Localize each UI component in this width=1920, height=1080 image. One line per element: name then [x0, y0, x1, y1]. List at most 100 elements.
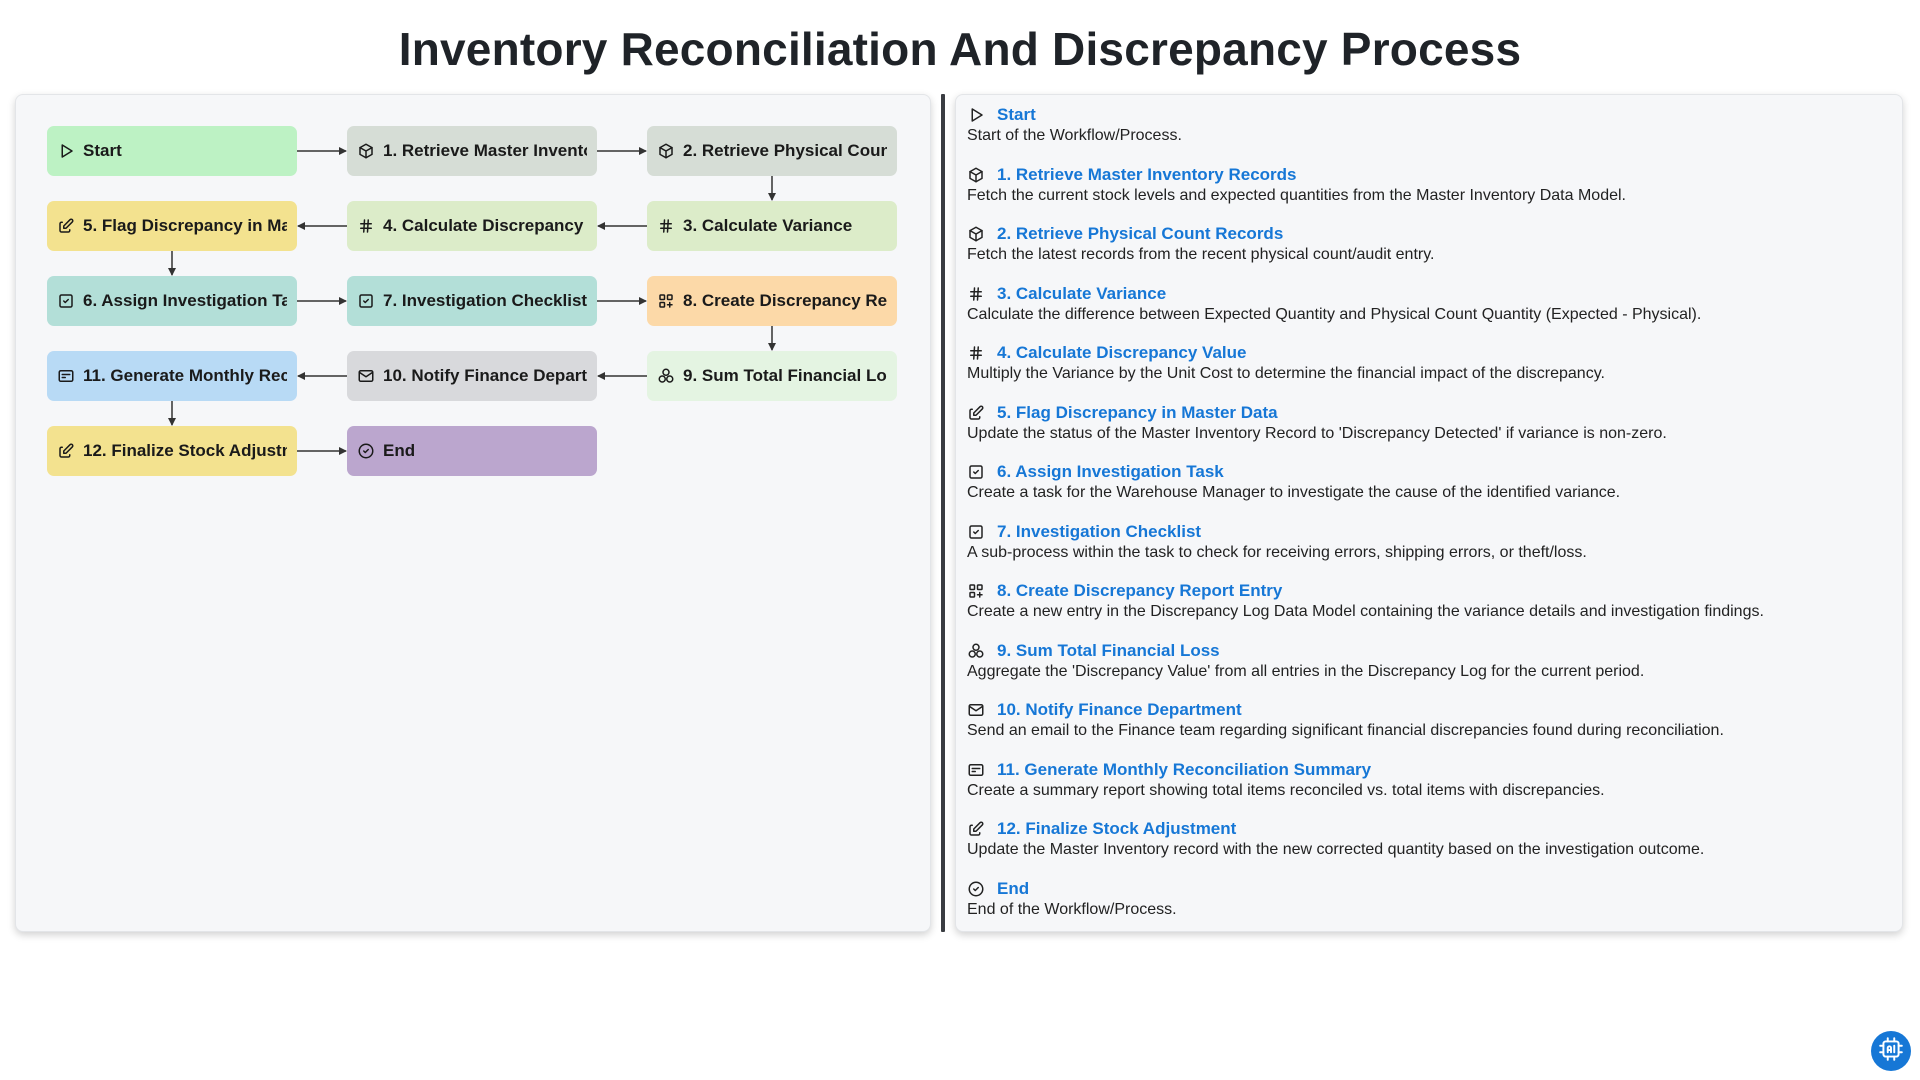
edit-icon: [967, 404, 985, 422]
flow-node-notify-finance-department[interactable]: 10. Notify Finance Department: [347, 351, 597, 401]
flow-node-label: 11. Generate Monthly Reconciliation Summ…: [83, 366, 287, 385]
step-description: Create a task for the Warehouse Manager …: [967, 484, 1621, 501]
apps-icon: [657, 292, 675, 310]
step-title-link[interactable]: 11. Generate Monthly Reconciliation Summ…: [997, 760, 1371, 780]
edit-icon: [967, 820, 985, 838]
coins-icon: [657, 367, 675, 385]
flow-node-finalize-stock-adjustment[interactable]: 12. Finalize Stock Adjustment: [47, 426, 297, 476]
step-title-link[interactable]: 6. Assign Investigation Task: [997, 462, 1224, 482]
step-detail: 8. Create Discrepancy Report Entry Create…: [967, 580, 1887, 640]
flow-node-label: 6. Assign Investigation Task: [83, 291, 287, 310]
mail-icon: [967, 701, 985, 719]
hash-icon: [967, 285, 985, 303]
step-detail: 3. Calculate Variance Calculate the diffe…: [967, 283, 1887, 343]
step-description: Send an email to the Finance team regard…: [967, 722, 1724, 739]
ai-assistant-button[interactable]: [1871, 1031, 1911, 1071]
box-icon: [657, 142, 675, 160]
step-detail: 11. Generate Monthly Reconciliation Summ…: [967, 759, 1887, 819]
flow-node-label: End: [383, 441, 416, 460]
step-description: Calculate the difference between Expecte…: [967, 305, 1702, 323]
step-title-link[interactable]: 2. Retrieve Physical Count Records: [997, 224, 1283, 244]
step-description: Start of the Workflow/Process.: [967, 127, 1182, 144]
flow-node-retrieve-master-inventory-records[interactable]: 1. Retrieve Master Inventory Records: [347, 126, 597, 176]
step-detail: 2. Retrieve Physical Count Records Fetch …: [967, 223, 1887, 283]
step-detail: 10. Notify Finance Department Send an ema…: [967, 699, 1887, 759]
flow-node-label: 12. Finalize Stock Adjustment: [83, 441, 287, 460]
step-title-link[interactable]: 1. Retrieve Master Inventory Records: [997, 165, 1297, 185]
page-title: Inventory Reconciliation And Discrepancy…: [398, 23, 1522, 75]
flow-node-investigation-checklist[interactable]: 7. Investigation Checklist: [347, 276, 597, 326]
step-detail: End End of the Workflow/Process.: [967, 878, 1887, 938]
ai-chip-icon: [1878, 1036, 1904, 1067]
flow-node-label: 5. Flag Discrepancy in Master Data: [83, 216, 287, 235]
hash-icon: [657, 217, 675, 235]
edit-icon: [57, 442, 75, 460]
flow-node-label: 3. Calculate Variance: [683, 216, 853, 235]
flow-node-label: 1. Retrieve Master Inventory Records: [383, 141, 587, 160]
step-title-link[interactable]: 12. Finalize Stock Adjustment: [997, 819, 1236, 839]
step-detail: 4. Calculate Discrepancy Value Multiply t…: [967, 342, 1887, 402]
flow-node-end[interactable]: End: [347, 426, 597, 476]
flow-node-create-discrepancy-report-entry[interactable]: 8. Create Discrepancy Report Entry: [647, 276, 897, 326]
step-title-link[interactable]: 9. Sum Total Financial Loss: [997, 641, 1220, 661]
circle-check-icon: [357, 442, 375, 460]
step-detail: 5. Flag Discrepancy in Master Data Update…: [967, 402, 1887, 462]
flow-node-label: 8. Create Discrepancy Report Entry: [683, 291, 887, 310]
step-title-link[interactable]: End: [997, 879, 1029, 899]
step-title-link[interactable]: Start: [997, 105, 1036, 125]
step-title-link[interactable]: 4. Calculate Discrepancy Value: [997, 343, 1246, 363]
step-title-link[interactable]: 8. Create Discrepancy Report Entry: [997, 581, 1282, 601]
flow-node-label: 2. Retrieve Physical Count Records: [683, 141, 887, 160]
checkbox-icon: [967, 463, 985, 481]
flow-node-assign-investigation-task[interactable]: 6. Assign Investigation Task: [47, 276, 297, 326]
checkbox-icon: [357, 292, 375, 310]
step-detail: 7. Investigation Checklist A sub-process …: [967, 521, 1887, 581]
apps-icon: [967, 582, 985, 600]
step-detail: Start Start of the Workflow/Process.: [967, 104, 1887, 164]
hash-icon: [967, 344, 985, 362]
box-icon: [967, 225, 985, 243]
flow-node-label: 7. Investigation Checklist: [383, 291, 587, 310]
step-description: Create a summary report showing total it…: [967, 781, 1605, 799]
step-detail: 6. Assign Investigation Task Create a tas…: [967, 461, 1887, 521]
step-title-link[interactable]: 7. Investigation Checklist: [997, 522, 1201, 542]
report-icon: [967, 761, 985, 779]
step-detail: 9. Sum Total Financial Loss Aggregate the…: [967, 640, 1887, 700]
step-description: End of the Workflow/Process.: [967, 900, 1177, 918]
box-icon: [967, 166, 985, 184]
flow-node-label: Start: [83, 141, 122, 160]
flow-node-label: 4. Calculate Discrepancy Value: [383, 216, 587, 235]
step-title-link[interactable]: 5. Flag Discrepancy in Master Data: [997, 403, 1278, 423]
step-description: Fetch the current stock levels and expec…: [967, 186, 1626, 204]
step-description: Multiply the Variance by the Unit Cost t…: [967, 365, 1605, 382]
flow-node-calculate-variance[interactable]: 3. Calculate Variance: [647, 201, 897, 251]
checkbox-icon: [57, 292, 75, 310]
play-icon: [967, 106, 985, 124]
step-description: Update the Master Inventory record with …: [967, 841, 1705, 858]
flow-node-calculate-discrepancy-value[interactable]: 4. Calculate Discrepancy Value: [347, 201, 597, 251]
step-description: Update the status of the Master Inventor…: [967, 424, 1667, 442]
flow-node-retrieve-physical-count-records[interactable]: 2. Retrieve Physical Count Records: [647, 126, 897, 176]
flow-node-label: 10. Notify Finance Department: [383, 366, 587, 385]
step-description: A sub-process within the task to check f…: [967, 543, 1587, 561]
coins-icon: [967, 642, 985, 660]
step-description: Fetch the latest records from the recent…: [967, 246, 1435, 263]
circle-check-icon: [967, 880, 985, 898]
flow-node-generate-monthly-reconciliation-summary[interactable]: 11. Generate Monthly Reconciliation Summ…: [47, 351, 297, 401]
step-title-link[interactable]: 3. Calculate Variance: [997, 284, 1166, 304]
flow-node-flag-discrepancy-in-master-data[interactable]: 5. Flag Discrepancy in Master Data: [47, 201, 297, 251]
mail-icon: [357, 367, 375, 385]
box-icon: [357, 142, 375, 160]
flow-node-start[interactable]: Start: [47, 126, 297, 176]
hash-icon: [357, 217, 375, 235]
step-description: Create a new entry in the Discrepancy Lo…: [967, 603, 1764, 620]
flow-node-label: 9. Sum Total Financial Loss: [683, 366, 887, 385]
step-title-link[interactable]: 10. Notify Finance Department: [997, 700, 1242, 720]
step-detail: 12. Finalize Stock Adjustment Update the …: [967, 818, 1887, 878]
play-icon: [57, 142, 75, 160]
edit-icon: [57, 217, 75, 235]
flow-node-sum-total-financial-loss[interactable]: 9. Sum Total Financial Loss: [647, 351, 897, 401]
step-description: Aggregate the 'Discrepancy Value' from a…: [967, 662, 1645, 680]
checkbox-icon: [967, 523, 985, 541]
panel-splitter[interactable]: [941, 94, 945, 932]
